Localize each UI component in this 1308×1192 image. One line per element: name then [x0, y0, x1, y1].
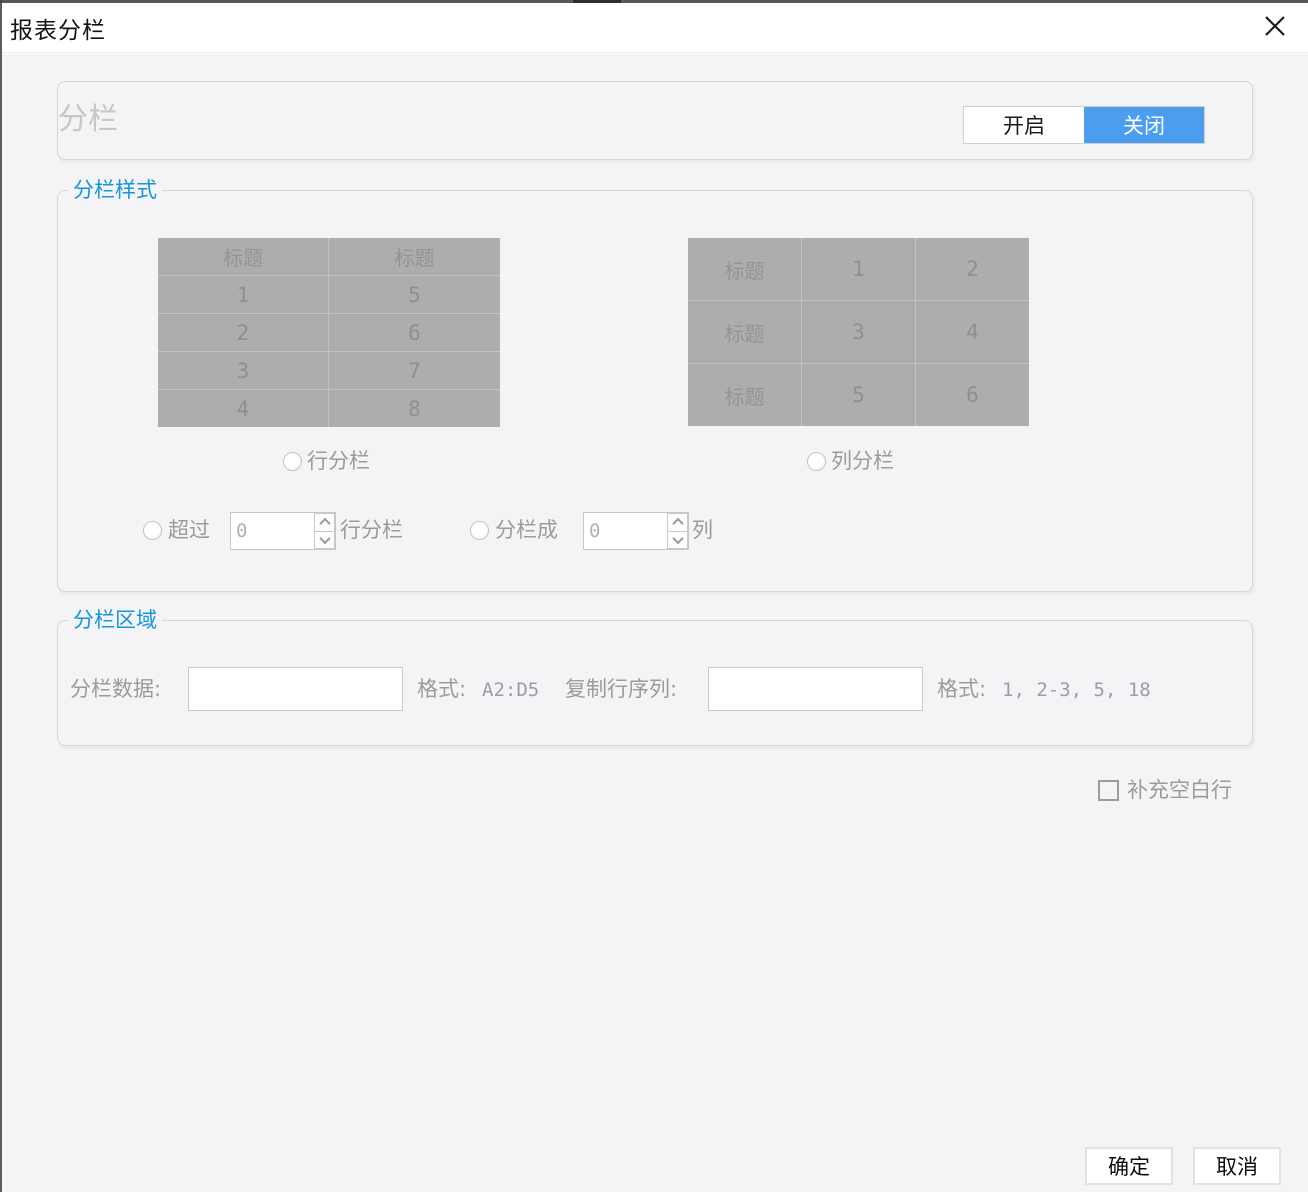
- window-left-edge: [0, 0, 2, 1192]
- preview-cell: 6: [916, 364, 1029, 426]
- toggle-on-button[interactable]: 开启: [964, 107, 1084, 143]
- row-split-radio[interactable]: [283, 452, 302, 471]
- over-rows-spinner: [230, 512, 336, 550]
- toggle-off-button[interactable]: 关闭: [1084, 107, 1204, 143]
- split-enable-toggle: 开启 关闭: [963, 106, 1205, 144]
- preview-header-cell: 标题: [158, 238, 328, 275]
- column-data-input[interactable]: [188, 667, 403, 711]
- preview-header-cell: 标题: [688, 364, 801, 426]
- chevron-down-icon: [318, 532, 331, 544]
- split-section-label: 分栏: [58, 102, 118, 137]
- chevron-up-icon: [318, 518, 331, 530]
- preview-header-cell: 标题: [329, 238, 500, 275]
- copy-format-example: 1, 2-3, 5, 18: [1002, 679, 1151, 701]
- report-split-dialog: 报表分栏 分栏 开启 关闭 分栏样式 标题 标题 1 5 2 6 3 7 4 8…: [0, 0, 1308, 1192]
- row-split-radio-label: 行分栏: [307, 449, 370, 473]
- preview-header-cell: 标题: [688, 301, 801, 363]
- split-area-legend: 分栏区域: [68, 608, 162, 632]
- into-columns-prefix-label: 分栏成: [495, 518, 558, 542]
- spin-down-button[interactable]: [314, 531, 335, 549]
- into-columns-input[interactable]: [584, 513, 667, 549]
- ok-button[interactable]: 确定: [1085, 1147, 1173, 1185]
- preview-cell: 1: [802, 238, 915, 300]
- close-button[interactable]: [1258, 9, 1292, 43]
- preview-cell: 6: [329, 314, 500, 351]
- preview-cell: 5: [802, 364, 915, 426]
- preview-cell: 7: [329, 352, 500, 389]
- over-rows-prefix-label: 超过: [168, 518, 210, 542]
- preview-cell: 4: [158, 390, 328, 427]
- dialog-title: 报表分栏: [10, 17, 106, 44]
- dialog-titlebar: 报表分栏: [2, 3, 1308, 53]
- copy-row-sequence-input[interactable]: [708, 667, 923, 711]
- column-data-format-example: A2:D5: [482, 679, 540, 701]
- cancel-button[interactable]: 取消: [1193, 1147, 1281, 1185]
- preview-header-cell: 标题: [688, 238, 801, 300]
- preview-cell: 2: [916, 238, 1029, 300]
- over-rows-radio[interactable]: [143, 521, 162, 540]
- col-split-preview-table: 标题 1 2 标题 3 4 标题 5 6: [688, 238, 1029, 426]
- into-columns-radio[interactable]: [470, 521, 489, 540]
- preview-cell: 2: [158, 314, 328, 351]
- into-columns-suffix-label: 列: [692, 518, 713, 542]
- preview-cell: 3: [802, 301, 915, 363]
- preview-cell: 1: [158, 276, 328, 313]
- row-split-preview-table: 标题 标题 1 5 2 6 3 7 4 8: [158, 238, 500, 427]
- fill-blank-rows-checkbox[interactable]: [1098, 780, 1119, 801]
- copy-format-label: 格式:: [937, 677, 987, 701]
- preview-cell: 4: [916, 301, 1029, 363]
- col-split-radio[interactable]: [807, 452, 826, 471]
- column-data-format-label: 格式:: [417, 677, 467, 701]
- chevron-up-icon: [671, 518, 684, 530]
- split-style-legend: 分栏样式: [68, 178, 162, 202]
- preview-cell: 8: [329, 390, 500, 427]
- spin-up-button[interactable]: [314, 513, 335, 532]
- col-split-radio-label: 列分栏: [831, 449, 894, 473]
- preview-cell: 5: [329, 276, 500, 313]
- into-columns-spinner: [583, 512, 689, 550]
- column-data-label: 分栏数据:: [70, 677, 162, 701]
- spin-up-button[interactable]: [667, 513, 688, 532]
- spin-down-button[interactable]: [667, 531, 688, 549]
- preview-cell: 3: [158, 352, 328, 389]
- close-icon: [1265, 16, 1285, 36]
- into-columns-spin-buttons: [667, 513, 688, 549]
- copy-row-sequence-label: 复制行序列:: [565, 677, 678, 701]
- over-rows-suffix-label: 行分栏: [340, 518, 403, 542]
- fill-blank-rows-label: 补充空白行: [1127, 778, 1232, 802]
- chevron-down-icon: [671, 532, 684, 544]
- over-rows-spin-buttons: [314, 513, 335, 549]
- over-rows-input[interactable]: [231, 513, 314, 549]
